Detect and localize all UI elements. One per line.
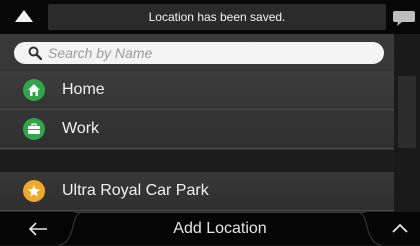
location-label: Work	[62, 120, 100, 137]
search-placeholder: Search by Name	[48, 45, 153, 61]
add-location-button[interactable]: Add Location	[75, 212, 365, 246]
location-item-work[interactable]: Work	[0, 110, 394, 149]
location-list: Search by Name Home Work Ultra Royal Car…	[0, 34, 394, 212]
location-label: Ultra Royal Car Park	[62, 182, 209, 199]
more-options-button[interactable]	[380, 212, 420, 245]
location-label: Home	[62, 81, 105, 98]
section-divider	[0, 150, 394, 172]
collapse-button[interactable]	[0, 0, 48, 34]
back-arrow-icon	[28, 222, 47, 236]
top-bar: Location has been saved.	[0, 0, 420, 34]
bottom-bar: Add Location	[0, 212, 420, 245]
scrollbar[interactable]	[394, 34, 420, 212]
search-icon	[28, 46, 42, 60]
scrollbar-thumb[interactable]	[398, 76, 416, 148]
briefcase-icon	[23, 118, 45, 140]
speech-bubble-icon[interactable]	[392, 9, 416, 27]
chevron-up-icon	[392, 223, 408, 233]
notification-toast: Location has been saved.	[48, 4, 386, 30]
home-icon	[23, 79, 45, 101]
location-item-ultra-royal-car-park[interactable]: Ultra Royal Car Park	[0, 172, 394, 211]
up-arrow-icon	[15, 10, 33, 22]
location-item-home[interactable]: Home	[0, 71, 394, 110]
search-input[interactable]: Search by Name	[14, 42, 384, 64]
tab-edge	[360, 212, 382, 245]
star-icon	[23, 180, 45, 202]
